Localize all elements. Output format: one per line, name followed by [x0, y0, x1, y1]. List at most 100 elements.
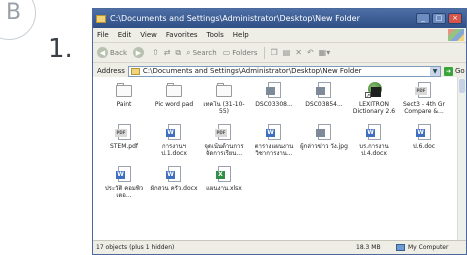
file-item[interactable]: PDF จุดเน้นด้านการ จัดการเรียน...: [199, 123, 249, 165]
folders-icon: ▭: [222, 48, 231, 57]
file-item[interactable]: DSC03308...: [249, 81, 299, 123]
minimize-button[interactable]: _: [416, 13, 430, 24]
move-to-icon[interactable]: ⇄: [164, 48, 171, 57]
file-name: Sect3 - 4th Gr Compare &...: [403, 101, 445, 115]
forward-button[interactable]: ▶: [133, 47, 146, 58]
file-item[interactable]: X แผนงาน.xlsx: [199, 165, 249, 207]
folders-button[interactable]: ▭ Folders: [223, 48, 258, 57]
file-item[interactable]: เทคโน (31-10-55): [199, 81, 249, 123]
file-name: บร.การงาน ป.4.docx: [359, 143, 389, 157]
file-name: LEXITRON Dictionary 2.6: [352, 101, 396, 115]
folder-icon: [96, 14, 106, 23]
back-button[interactable]: ◀ Back: [97, 47, 127, 58]
search-label: Search: [192, 48, 217, 57]
file-item[interactable]: ผู้กล่าวข่าว วัง.jpg: [299, 123, 349, 165]
file-item[interactable]: W ผักสวน ครัว.docx: [149, 165, 199, 207]
maximize-button[interactable]: □: [432, 13, 446, 24]
file-name: ประวัติ คอมพิวเตอ...: [104, 185, 144, 199]
go-label: Go: [455, 67, 465, 75]
copy-to-icon[interactable]: ⧉: [175, 48, 181, 58]
forward-arrow-icon: ▶: [133, 47, 144, 58]
image-file-icon: [265, 81, 283, 99]
address-label: Address: [97, 67, 125, 75]
file-name: DSC03854...: [305, 101, 343, 108]
chevron-down-icon[interactable]: ▼: [430, 66, 440, 76]
views-icon[interactable]: ▦▾: [319, 48, 331, 57]
excel-file-icon: X: [215, 165, 233, 183]
back-arrow-icon: ◀: [97, 47, 108, 58]
word-document-icon: W: [165, 123, 183, 141]
file-item[interactable]: ↗ LEXITRON Dictionary 2.6: [349, 81, 399, 123]
vertical-scrollbar[interactable]: [457, 77, 466, 242]
menu-file[interactable]: File: [97, 31, 109, 39]
file-name: Pic word pad: [154, 101, 194, 108]
file-item[interactable]: PDF Sect3 - 4th Gr Compare &...: [399, 81, 449, 123]
undo-icon[interactable]: ↶: [307, 48, 314, 57]
pdf-file-icon: PDF: [115, 123, 133, 141]
file-name: การงานฯ ป.1.docx: [161, 143, 187, 157]
go-arrow-icon: ➜: [444, 66, 453, 76]
pdf-file-icon: PDF: [415, 81, 433, 99]
menu-edit[interactable]: Edit: [118, 31, 132, 39]
file-name: เทคโน (31-10-55): [203, 101, 245, 115]
file-item[interactable]: W การงานฯ ป.1.docx: [149, 123, 199, 165]
file-item[interactable]: DSC03854...: [299, 81, 349, 123]
file-name: ผักสวน ครัว.docx: [150, 185, 198, 192]
paste-icon[interactable]: ▤: [283, 48, 291, 57]
explorer-window: C:\Documents and Settings\Administrator\…: [92, 8, 467, 255]
image-file-icon: [315, 123, 333, 141]
file-item[interactable]: Pic word pad: [149, 81, 199, 123]
go-button[interactable]: ➜ Go: [444, 66, 466, 76]
address-input[interactable]: C:\Documents and Settings\Administrator\…: [127, 65, 441, 77]
address-path: C:\Documents and Settings\Administrator\…: [142, 67, 362, 75]
file-name: ผู้กล่าวข่าว วัง.jpg: [300, 143, 348, 150]
folder-icon: [115, 81, 133, 99]
file-name: DSC03308...: [255, 101, 293, 108]
pdf-file-icon: PDF: [215, 123, 233, 141]
delete-icon[interactable]: ✕: [295, 48, 302, 57]
file-grid: Paint Pic word pad เทคโน (31-10-55) DSC0330…: [99, 81, 449, 207]
word-document-icon: W: [365, 123, 383, 141]
toolbar: ◀ Back ▶ ⇧ ⇄ ⧉ ⌕ Search ▭ Folders ❐ ▤ ✕ …: [93, 43, 466, 63]
file-item[interactable]: W ตารางแผนงาน วิชาการงาน...: [249, 123, 299, 165]
word-document-icon: W: [265, 123, 283, 141]
status-zone: My Computer: [396, 244, 466, 251]
folder-icon: [215, 81, 233, 99]
word-document-icon: W: [165, 165, 183, 183]
menu-favorites[interactable]: Favorites: [166, 31, 198, 39]
menu-bar: File Edit View Favorites Tools Help: [93, 28, 466, 43]
window-title: C:\Documents and Settings\Administrator\…: [110, 14, 360, 23]
file-item[interactable]: W ประวัติ คอมพิวเตอ...: [99, 165, 149, 207]
scrollbar-thumb[interactable]: [459, 79, 465, 93]
close-button[interactable]: ×: [448, 13, 462, 24]
file-item[interactable]: Paint: [99, 81, 149, 123]
folders-label: Folders: [232, 48, 258, 57]
word-document-icon: W: [115, 165, 133, 183]
file-item[interactable]: W ป.6.doc: [399, 123, 449, 165]
status-zone-label: My Computer: [408, 244, 449, 251]
file-name: ตารางแผนงาน วิชาการงาน...: [254, 143, 294, 157]
status-bar: 17 objects (plus 1 hidden) 18.3 MB My Co…: [93, 240, 466, 254]
folder-icon: [130, 67, 140, 75]
status-object-count: 17 objects (plus 1 hidden): [96, 244, 175, 251]
file-name: จุดเน้นด้านการ จัดการเรียน...: [204, 143, 244, 157]
back-label: Back: [110, 48, 127, 57]
lexitron-shortcut-icon: ↗: [365, 81, 383, 99]
section-letter: B: [6, 0, 22, 25]
file-name: STEM.pdf: [109, 143, 139, 150]
step-number: 1.: [48, 34, 73, 64]
word-document-icon: W: [415, 123, 433, 141]
status-size: 18.3 MB: [356, 244, 381, 251]
up-folder-icon[interactable]: ⇧: [152, 48, 159, 57]
copy-icon[interactable]: ❐: [271, 48, 278, 57]
file-name: ป.6.doc: [412, 143, 436, 150]
search-button[interactable]: ⌕ Search: [186, 48, 217, 58]
file-list-area[interactable]: Paint Pic word pad เทคโน (31-10-55) DSC0330…: [93, 77, 458, 242]
menu-tools[interactable]: Tools: [207, 31, 224, 39]
file-item[interactable]: PDF STEM.pdf: [99, 123, 149, 165]
title-bar[interactable]: C:\Documents and Settings\Administrator\…: [93, 9, 466, 28]
menu-help[interactable]: Help: [233, 31, 249, 39]
menu-view[interactable]: View: [140, 31, 157, 39]
file-item[interactable]: W บร.การงาน ป.4.docx: [349, 123, 399, 165]
file-name: แผนงาน.xlsx: [206, 185, 242, 192]
